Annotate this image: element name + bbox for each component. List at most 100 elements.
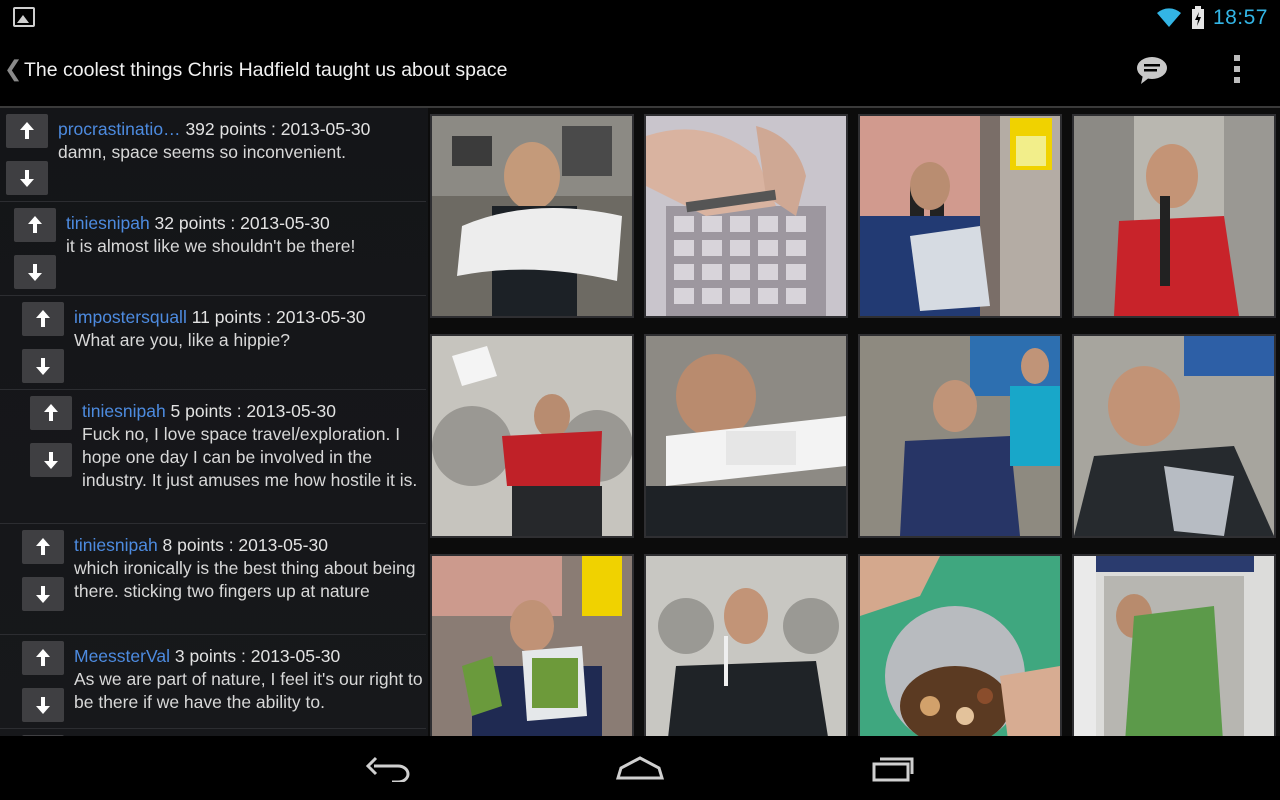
content-area: procrastinatio… 392 points : 2013-05-30 … bbox=[0, 108, 1280, 736]
comment-author[interactable]: tiniesnipah bbox=[74, 535, 158, 555]
upvote-button[interactable] bbox=[14, 208, 56, 242]
nav-home-button[interactable] bbox=[610, 750, 670, 786]
nav-back-icon bbox=[365, 756, 410, 782]
upvote-button[interactable] bbox=[30, 396, 72, 430]
comment-text: impostersquall 11 points : 2013-05-30 Wh… bbox=[74, 306, 424, 352]
comment-meta: 3 points : 2013-05-30 bbox=[174, 646, 341, 666]
comment-item: tiniesnipah 5 points : 2013-05-30 Fuck n… bbox=[0, 390, 426, 524]
arrow-down-icon bbox=[36, 696, 50, 714]
arrow-up-icon bbox=[36, 310, 50, 328]
photo-straw-drink bbox=[646, 556, 846, 736]
nav-recents-icon bbox=[872, 757, 914, 782]
comment-item: tiniesnipah 32 points : 2013-05-30 it is… bbox=[0, 202, 426, 296]
gallery-tile-speed-limit-17500-food-bag[interactable] bbox=[858, 114, 1062, 318]
comment-body: which ironically is the best thing about… bbox=[74, 558, 416, 601]
arrow-up-icon bbox=[20, 122, 34, 140]
comment-text: procrastinatio… 392 points : 2013-05-30 … bbox=[58, 118, 424, 164]
gallery-tile-crew-eating-module[interactable] bbox=[858, 334, 1062, 538]
arrow-down-icon bbox=[28, 263, 42, 281]
comment-body: As we are part of nature, I feel it's ou… bbox=[74, 669, 423, 712]
nav-back-button[interactable] bbox=[358, 750, 418, 786]
gallery-icon bbox=[13, 7, 35, 27]
comment-body: damn, space seems so inconvenient. bbox=[58, 142, 346, 162]
arrow-down-icon bbox=[44, 451, 58, 469]
overflow-menu-icon[interactable] bbox=[1234, 55, 1242, 85]
comment-body: Fuck no, I love space travel/exploration… bbox=[82, 424, 418, 490]
comment-item bbox=[0, 729, 426, 736]
photo-nuts-can bbox=[860, 556, 1060, 736]
comment-meta: 32 points : 2013-05-30 bbox=[154, 213, 330, 233]
comment-item: impostersquall 11 points : 2013-05-30 Wh… bbox=[0, 296, 426, 390]
comment-meta: 8 points : 2013-05-30 bbox=[162, 535, 328, 555]
comment-author[interactable]: tiniesnipah bbox=[66, 213, 150, 233]
status-bar: 18:57 bbox=[0, 0, 1280, 34]
gallery-tile-astroglide-tube[interactable] bbox=[644, 334, 848, 538]
upvote-button[interactable] bbox=[22, 302, 64, 336]
photo-nail-clippers bbox=[646, 116, 846, 316]
upvote-button[interactable] bbox=[6, 114, 48, 148]
comment-text: MeessterVal 3 points : 2013-05-30 As we … bbox=[74, 645, 424, 714]
gallery-tile-hadfield-red-shirt-tissue[interactable] bbox=[430, 334, 634, 538]
downvote-button[interactable] bbox=[14, 255, 56, 289]
status-right: 18:57 bbox=[1155, 4, 1268, 32]
gallery-tile-hadfield-straw-drink[interactable] bbox=[644, 554, 848, 736]
status-time: 18:57 bbox=[1212, 6, 1268, 29]
up-caret-icon[interactable]: ❮ bbox=[4, 56, 22, 82]
comment-meta: 5 points : 2013-05-30 bbox=[170, 401, 336, 421]
nav-recents-button[interactable] bbox=[862, 750, 922, 786]
arrow-down-icon bbox=[20, 169, 34, 187]
gallery-tile-hadfield-wringing-towel[interactable] bbox=[430, 114, 634, 318]
comment-body: it is almost like we shouldn't be there! bbox=[66, 236, 356, 256]
comment-text: tiniesnipah 8 points : 2013-05-30 which … bbox=[74, 534, 424, 603]
downvote-button[interactable] bbox=[30, 443, 72, 477]
gallery-tile-nuts-can-closeup[interactable] bbox=[858, 554, 1062, 736]
gallery-tile-hadfield-red-shirt-microphone[interactable] bbox=[1072, 114, 1276, 318]
comment-item: MeessterVal 3 points : 2013-05-30 As we … bbox=[0, 635, 426, 729]
comment-meta: 11 points : 2013-05-30 bbox=[191, 307, 366, 327]
arrow-up-icon bbox=[36, 538, 50, 556]
arrow-down-icon bbox=[36, 357, 50, 375]
photo-red-shirt-mic bbox=[1074, 116, 1274, 316]
action-bar: ❮ The coolest things Chris Hadfield taug… bbox=[0, 34, 1280, 106]
gallery-tile-hadfield-spinach-pouch[interactable] bbox=[430, 554, 634, 736]
photo-crew-module bbox=[860, 336, 1060, 536]
wifi-icon bbox=[1156, 8, 1181, 27]
gallery-tile-sleeping-bag-crew-quarters[interactable] bbox=[1072, 554, 1276, 736]
photo-red-shirt-tissue bbox=[432, 336, 632, 536]
downvote-button[interactable] bbox=[22, 577, 64, 611]
photo-astronaut-towel bbox=[432, 116, 632, 316]
gallery-tile-nail-clippers-on-grate[interactable] bbox=[644, 114, 848, 318]
comment-author[interactable]: procrastinatio… bbox=[58, 119, 181, 139]
photo-spinach-pouch bbox=[432, 556, 632, 736]
comment-meta: 392 points : 2013-05-30 bbox=[185, 119, 371, 139]
arrow-up-icon bbox=[44, 404, 58, 422]
downvote-button[interactable] bbox=[22, 349, 64, 383]
photo-astroglide-tube bbox=[646, 336, 846, 536]
battery-charging-icon bbox=[1191, 6, 1204, 29]
upvote-button[interactable] bbox=[22, 530, 64, 564]
image-grid bbox=[430, 114, 1280, 736]
comment-author[interactable]: MeessterVal bbox=[74, 646, 170, 666]
downvote-button[interactable] bbox=[6, 161, 48, 195]
downvote-button[interactable] bbox=[22, 688, 64, 722]
photo-eating-pouch bbox=[1074, 336, 1274, 536]
comments-pane[interactable]: procrastinatio… 392 points : 2013-05-30 … bbox=[0, 108, 428, 736]
photo-speed-limit-sign bbox=[860, 116, 1060, 316]
arrow-down-icon bbox=[36, 585, 50, 603]
gallery-tile-hadfield-eating-pouch[interactable] bbox=[1072, 334, 1276, 538]
comment-item: procrastinatio… 392 points : 2013-05-30 … bbox=[0, 108, 426, 202]
comment-text: tiniesnipah 5 points : 2013-05-30 Fuck n… bbox=[82, 400, 426, 492]
navigation-bar bbox=[0, 736, 1280, 800]
arrow-up-icon bbox=[36, 649, 50, 667]
comment-author[interactable]: tiniesnipah bbox=[82, 401, 166, 421]
comment-author[interactable]: impostersquall bbox=[74, 307, 187, 327]
arrow-up-icon bbox=[28, 216, 42, 234]
upvote-button[interactable] bbox=[22, 641, 64, 675]
comment-item: tiniesnipah 8 points : 2013-05-30 which … bbox=[0, 524, 426, 635]
comment-text: tiniesnipah 32 points : 2013-05-30 it is… bbox=[66, 212, 424, 258]
comments-icon[interactable] bbox=[1136, 56, 1168, 86]
nav-home-icon bbox=[615, 756, 665, 780]
post-title[interactable]: The coolest things Chris Hadfield taught… bbox=[24, 59, 507, 82]
photo-sleeping-bag bbox=[1074, 556, 1274, 736]
comment-body: What are you, like a hippie? bbox=[74, 330, 290, 350]
